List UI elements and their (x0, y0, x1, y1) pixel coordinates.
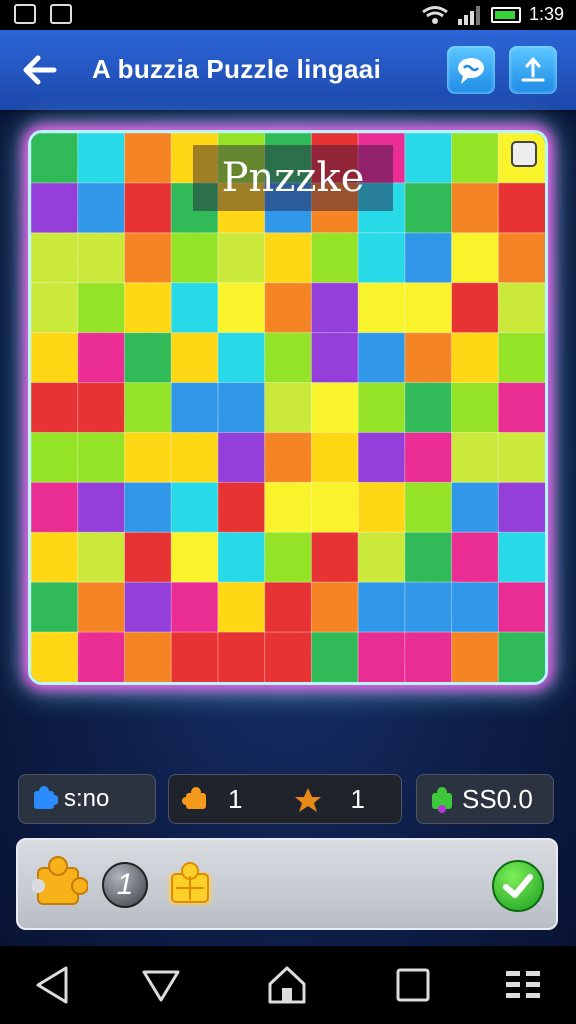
image-icon (14, 4, 36, 24)
nav-home-button[interactable] (264, 962, 310, 1008)
back-button[interactable] (18, 50, 62, 90)
yellow-puzzle-piece-icon[interactable] (32, 854, 88, 914)
chat-bubble-icon (458, 58, 484, 84)
score-value: SS0.0 (462, 783, 533, 814)
puzzle-board[interactable]: Pnzzke (28, 130, 548, 685)
hint-coin-icon[interactable]: 1 (102, 862, 148, 908)
moves-value: s:no (64, 785, 110, 812)
piece-tray: 1 (16, 838, 558, 930)
recents-icon (396, 968, 430, 1002)
puzzle-banner: Pnzzke (193, 145, 393, 211)
share-icon (521, 57, 545, 82)
status-bar: 1:39 (0, 0, 576, 30)
orange-puzzle-piece-icon (295, 788, 322, 812)
green-puzzle-piece-icon (432, 787, 452, 813)
board-sheen (31, 133, 545, 682)
back-triangle-icon (36, 966, 68, 1004)
card-icon[interactable] (511, 141, 537, 167)
hint-count: 1 (116, 868, 134, 901)
page-title: A buzzia Puzzle lingaai (92, 54, 382, 84)
arrow-left-icon (23, 55, 57, 85)
status-time: 1:39 (528, 4, 564, 24)
nav-prev-button[interactable] (138, 962, 184, 1008)
home-triangle-icon (142, 970, 180, 1002)
confirm-button[interactable] (492, 860, 544, 912)
nav-menu-button[interactable] (500, 962, 546, 1008)
nav-back-button[interactable] (30, 962, 76, 1008)
home-icon (268, 966, 306, 1004)
score-counter: SS0.0 (416, 774, 554, 824)
checkmark-icon (503, 874, 533, 898)
moves-counter: s:no (18, 774, 156, 824)
wifi-icon (422, 5, 448, 24)
orange-puzzle-piece-icon (182, 787, 206, 809)
blue-puzzle-piece-icon (34, 786, 58, 809)
puzzle-grid[interactable] (31, 133, 545, 682)
chat-button[interactable] (447, 46, 495, 94)
counter-b-value: 1 (350, 783, 365, 814)
battery-icon (490, 6, 521, 23)
notification-icon (50, 4, 72, 24)
counter-a-value: 1 (228, 783, 243, 814)
menu-icon (506, 970, 540, 1000)
glowing-puzzle-piece-icon[interactable] (160, 854, 220, 914)
share-button[interactable] (509, 46, 557, 94)
signal-icon (457, 5, 480, 25)
system-nav-bar (0, 946, 576, 1024)
app-header: A buzzia Puzzle lingaai (0, 30, 576, 110)
piece-counters: 1 1 (168, 774, 402, 824)
nav-recents-button[interactable] (390, 962, 436, 1008)
